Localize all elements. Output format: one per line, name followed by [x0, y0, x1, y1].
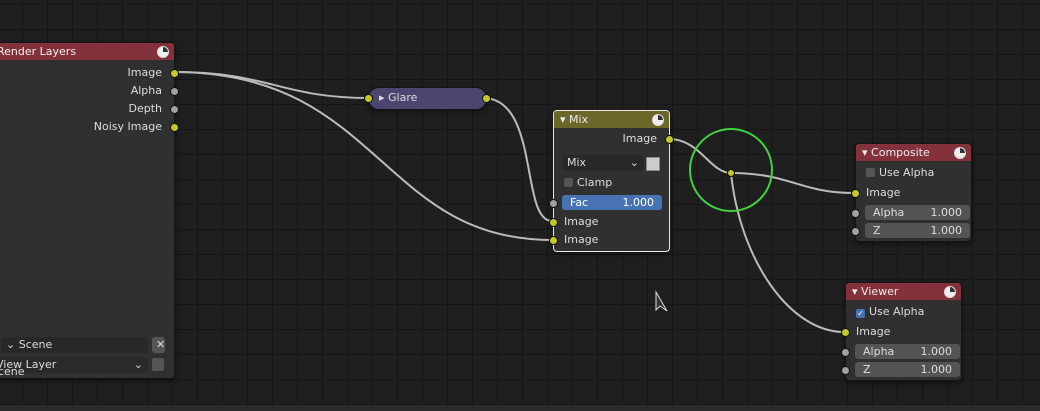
socket-label: Noisy Image: [93, 120, 162, 133]
input-image: Image: [851, 184, 971, 202]
composite-node[interactable]: ▾ Composite Use Alpha Image Alpha 1.000 Z…: [851, 143, 972, 242]
socket-label: Depth: [128, 102, 162, 115]
output-noisy-image: Noisy Image: [0, 118, 179, 136]
checkbox-label: Use Alpha: [879, 166, 935, 179]
render-layer-browse-icon[interactable]: [152, 358, 164, 371]
reroute-node[interactable]: [727, 169, 735, 177]
use-alpha-toggle-icon[interactable]: [646, 157, 660, 171]
input-image: Image: [841, 323, 961, 341]
alpha-field[interactable]: Alpha 1.000: [855, 344, 960, 359]
socket[interactable]: [170, 87, 179, 96]
fac-slider[interactable]: Fac 1.000: [562, 195, 662, 210]
input-image-2: Image: [549, 231, 669, 249]
socket[interactable]: [170, 123, 179, 132]
checkbox-label: Clamp: [577, 176, 613, 189]
field-value: 1.000: [622, 196, 655, 209]
input-image-1: Image: [549, 213, 669, 231]
field-label: Z: [873, 224, 881, 237]
color-icon: [652, 114, 664, 126]
checkbox[interactable]: [866, 168, 875, 177]
clear-scene-button[interactable]: ✕: [152, 337, 165, 353]
node-header[interactable]: ▾ Composite: [856, 144, 971, 161]
socket-input[interactable]: [364, 94, 373, 103]
node-title: Render Layers: [0, 45, 77, 58]
socket[interactable]: [170, 69, 179, 78]
node-title: Glare: [388, 91, 418, 104]
socket-label: Image: [866, 186, 901, 199]
mouse-cursor-icon: [655, 290, 668, 312]
node-header[interactable]: ▸ Glare: [369, 88, 486, 107]
checkbox-checked[interactable]: ✓: [856, 309, 865, 318]
render-layers-node[interactable]: Render Layers Image Alpha Depth Noisy Im…: [0, 42, 179, 379]
use-alpha-checkbox[interactable]: ✓ Use Alpha: [846, 303, 961, 321]
output-icon: [944, 286, 956, 298]
scene-value: Scene: [18, 338, 53, 351]
status-bar: [0, 405, 1040, 411]
use-alpha-checkbox[interactable]: Use Alpha: [856, 164, 971, 182]
socket-z[interactable]: [841, 366, 850, 375]
node-header[interactable]: Render Layers: [0, 43, 174, 60]
clamp-checkbox[interactable]: Clamp: [554, 174, 669, 192]
checkbox[interactable]: [564, 178, 573, 187]
output-icon: [954, 147, 966, 159]
z-field[interactable]: Z 1.000: [855, 362, 960, 377]
field-value: 1.000: [930, 206, 963, 219]
field-label: Z: [863, 363, 871, 376]
node-title: Mix: [569, 113, 589, 126]
node-title: Viewer: [861, 285, 899, 298]
mix-node[interactable]: ▾ Mix Image Mix ⌄ Clamp Fac 1.000 Image Im…: [549, 110, 674, 252]
blend-value: Mix: [567, 156, 587, 169]
socket-label: Image: [127, 66, 162, 79]
output-depth: Depth: [0, 100, 179, 118]
node-header[interactable]: ▾ Viewer: [846, 283, 961, 300]
field-label: Fac: [570, 196, 589, 209]
glare-node[interactable]: ▸ Glare: [364, 87, 491, 110]
link-glare-mix1: [482, 97, 553, 222]
socket-output[interactable]: [482, 94, 491, 103]
z-field[interactable]: Z 1.000: [865, 223, 970, 238]
output-image: Image: [0, 64, 179, 82]
link-reroute-viewer: [730, 172, 845, 333]
field-value: 1.000: [920, 363, 953, 376]
socket-alpha[interactable]: [841, 348, 850, 357]
output-alpha: Alpha: [0, 82, 179, 100]
socket[interactable]: [665, 135, 674, 144]
socket[interactable]: [549, 236, 558, 245]
node-title: Composite: [871, 146, 930, 159]
scene-field[interactable]: ⌄ Scene: [1, 337, 148, 353]
field-value: 1.000: [920, 345, 953, 358]
blend-type-dropdown[interactable]: Mix ⌄: [562, 155, 644, 171]
output-image: Image: [554, 130, 674, 148]
socket[interactable]: [841, 328, 850, 337]
socket-fac[interactable]: [549, 199, 558, 208]
socket[interactable]: [170, 105, 179, 114]
field-label: Alpha: [863, 345, 895, 358]
socket[interactable]: [851, 189, 860, 198]
socket[interactable]: [549, 218, 558, 227]
socket-label: Image: [622, 132, 657, 145]
render-icon: [157, 46, 169, 58]
node-header[interactable]: ▾ Mix: [554, 111, 669, 128]
overlapping-label: Scene: [0, 365, 25, 378]
socket-label: Alpha: [130, 84, 162, 97]
field-label: Alpha: [873, 206, 905, 219]
socket-z[interactable]: [851, 227, 860, 236]
link-image-glare: [173, 71, 371, 99]
field-value: 1.000: [930, 224, 963, 237]
socket-label: Image: [856, 325, 891, 338]
socket-alpha[interactable]: [851, 209, 860, 218]
viewer-node[interactable]: ▾ Viewer ✓ Use Alpha Image Alpha 1.000 Z 1.…: [841, 282, 962, 381]
socket-label: Image: [564, 233, 599, 246]
socket-label: Image: [564, 215, 599, 228]
link-reroute-composite: [730, 172, 855, 194]
alpha-field[interactable]: Alpha 1.000: [865, 205, 970, 220]
checkbox-label: Use Alpha: [869, 305, 925, 318]
